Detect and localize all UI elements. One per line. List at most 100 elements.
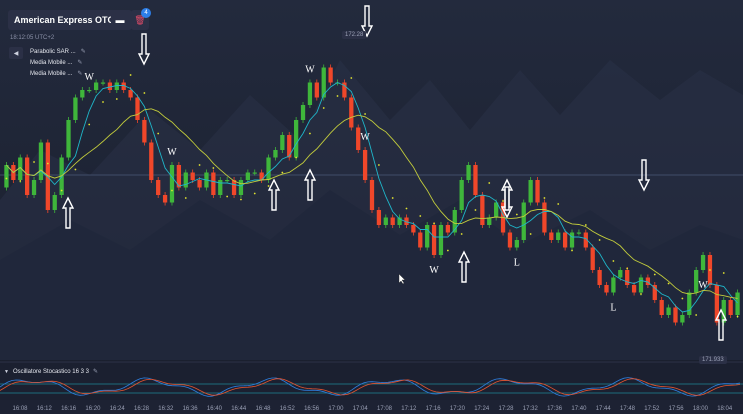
candle [562, 232, 568, 248]
x-tick-label: 17:04 [353, 406, 369, 412]
candle [142, 120, 147, 143]
triangle-down-icon[interactable]: ▼ [4, 369, 9, 375]
indicator-item[interactable]: Media Mobile ... ✎ [30, 68, 86, 79]
sar-dot [184, 197, 187, 199]
indicator-list: Parabolic SAR ... ✎ Media Mobile ... ✎ M… [30, 46, 86, 79]
candle [473, 165, 478, 195]
x-tick-label: 16:56 [304, 406, 320, 412]
candle [611, 277, 616, 293]
candle [225, 180, 230, 182]
x-tick-label: 16:44 [231, 406, 247, 412]
collapse-indicators-button[interactable]: ◀ [9, 47, 23, 59]
sar-dot [88, 123, 91, 126]
server-clock: 18:12:05 UTC+2 [10, 35, 55, 41]
candle [280, 135, 285, 150]
candle [25, 157, 30, 195]
oscillator-panel [0, 362, 743, 400]
sar-dot [612, 260, 615, 262]
x-tick-label: 16:12 [37, 406, 53, 412]
sar-dot [391, 197, 394, 199]
candle [425, 225, 430, 248]
candle [569, 232, 575, 248]
sar-dot [5, 177, 8, 180]
pencil-icon[interactable]: ✎ [77, 59, 82, 66]
candle [431, 225, 437, 255]
candle [383, 217, 388, 225]
chart-menu-button[interactable]: ▬ [111, 10, 129, 30]
annotation-mark: L [514, 258, 520, 269]
x-tick-label: 17:00 [328, 406, 344, 412]
notification-badge: 4 [141, 8, 151, 18]
indicator-item[interactable]: Parabolic SAR ... ✎ [30, 46, 86, 57]
candle [300, 105, 306, 120]
candle [238, 180, 244, 195]
candle [135, 97, 140, 120]
x-tick-label: 18:04 [717, 406, 733, 412]
sar-dot [529, 233, 532, 235]
sar-dot [640, 293, 642, 295]
candle [535, 180, 540, 203]
sar-dot [60, 189, 63, 192]
price-chart[interactable]: W W W W W W L L 16:08 16:12 16:16 16:20 16:24 16:28 16… [0, 0, 743, 414]
x-tick-label: 16:48 [255, 406, 271, 412]
oscillator-header: ▼ Oscillatore Stocastico 16 3 3 ✎ [4, 368, 98, 376]
candle [4, 165, 9, 188]
candle [735, 292, 740, 315]
chart-stage: W W W W W W L L 16:08 16:12 16:16 16:20 16:24 16:28 16… [0, 0, 743, 414]
candle [369, 180, 375, 210]
x-tick-label: 16:36 [183, 406, 199, 412]
sar-dot [129, 74, 132, 76]
sar-dot [157, 132, 160, 135]
sar-dot [240, 198, 242, 201]
x-tick-label: 16:16 [61, 406, 77, 412]
candle [480, 195, 485, 225]
sar-dot [584, 224, 587, 226]
pencil-icon[interactable]: ✎ [77, 70, 82, 77]
sar-dot [46, 162, 49, 165]
candle [418, 232, 423, 248]
candle [314, 82, 319, 98]
annotation-mark: W [84, 72, 94, 83]
x-tick-label: 17:48 [620, 406, 636, 412]
candle [211, 172, 216, 195]
candle [390, 217, 395, 225]
oscillator-label: Oscillatore Stocastico 16 3 3 [12, 368, 89, 375]
sar-dot [102, 101, 104, 103]
candle [93, 82, 99, 90]
candle [52, 195, 57, 210]
pencil-icon[interactable]: ✎ [93, 368, 98, 375]
sar-dot [19, 180, 22, 182]
x-tick-label: 17:20 [450, 406, 466, 412]
sar-dot [709, 269, 711, 271]
candle [680, 315, 685, 323]
candle [245, 172, 250, 180]
indicator-label: Parabolic SAR ... [30, 48, 76, 55]
sar-dot [253, 192, 256, 195]
candle [514, 240, 519, 248]
candle [445, 225, 451, 233]
x-tick-label: 18:00 [693, 406, 709, 412]
candle [87, 90, 92, 92]
candle [128, 90, 133, 98]
low-price-tag: 171.933 [699, 356, 727, 364]
x-tick-label: 16:08 [12, 406, 28, 412]
sar-dot [502, 200, 504, 202]
candle [156, 180, 161, 195]
sar-dot [212, 167, 215, 169]
sar-dot [543, 197, 546, 199]
candle [542, 202, 547, 233]
candle [31, 180, 37, 195]
sar-dot [267, 185, 270, 187]
x-tick-label: 17:16 [426, 406, 442, 412]
candle [376, 210, 382, 225]
x-tick-label: 17:28 [498, 406, 514, 412]
indicator-item[interactable]: Media Mobile ... ✎ [30, 57, 86, 68]
x-tick-label: 16:28 [134, 406, 150, 412]
sar-dot [433, 222, 435, 225]
dash-icon: ▬ [115, 15, 125, 25]
x-tick-label: 17:52 [644, 406, 660, 412]
pencil-icon[interactable]: ✎ [81, 48, 86, 55]
sar-dot [33, 161, 35, 163]
candle [169, 165, 175, 203]
candle [328, 67, 333, 83]
